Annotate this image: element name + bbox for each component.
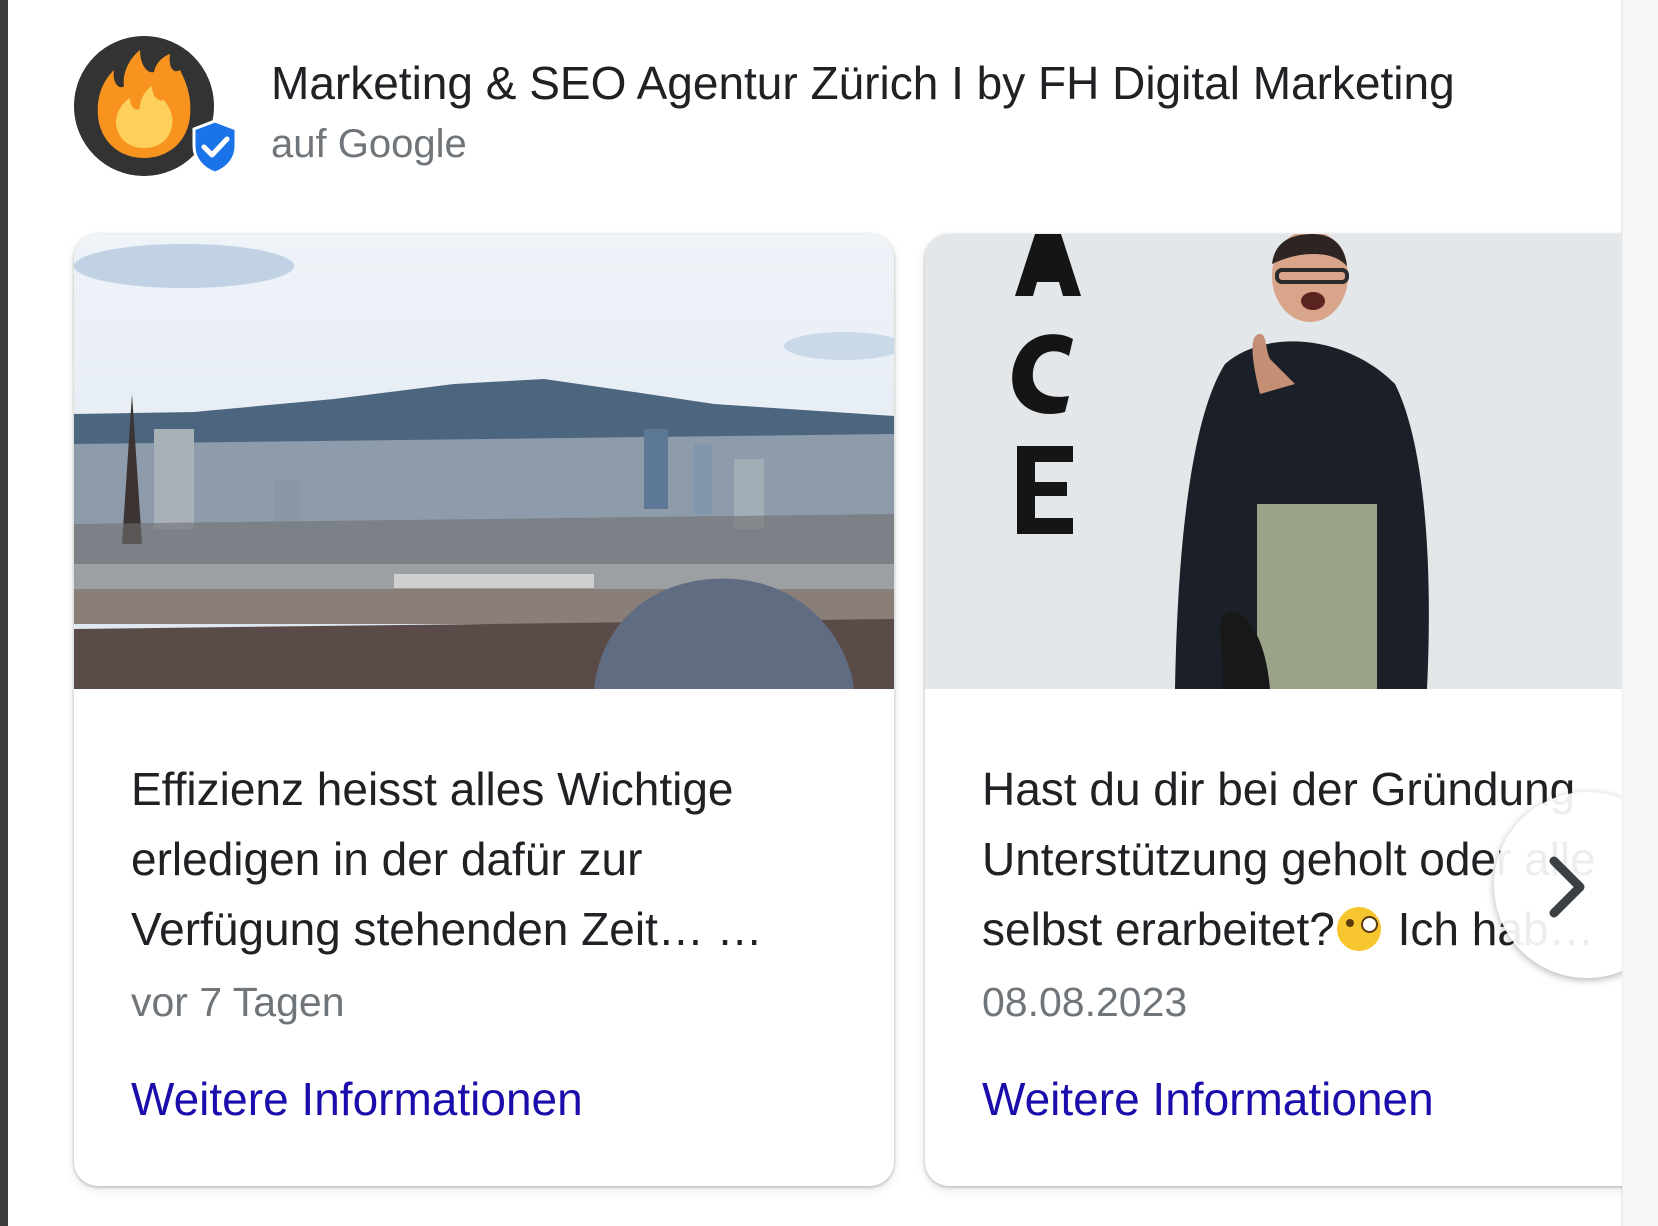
business-name[interactable]: Marketing & SEO Agentur Zürich I by FH D… <box>271 56 1455 110</box>
post-card[interactable]: Effizienz heisst alles Wichtige erledige… <box>74 234 894 1186</box>
post-date: 08.08.2023 <box>982 979 1188 1025</box>
post-text-line: Effizienz heisst alles Wichtige <box>131 763 734 815</box>
post-image[interactable] <box>74 234 894 689</box>
face-with-monocle-emoji <box>1336 907 1381 951</box>
verified-check-icon <box>186 118 244 176</box>
more-info-link[interactable]: Weitere Informationen <box>982 1072 1434 1126</box>
post-text-line: Verfügung stehenden Zeit… … <box>131 903 763 955</box>
post-image[interactable] <box>925 234 1622 689</box>
post-text-line: erledigen in der dafür zur <box>131 833 643 885</box>
post-text: Effizienz heisst alles Wichtige erledige… <box>131 754 851 964</box>
post-date: vor 7 Tagen <box>131 979 345 1025</box>
post-card[interactable]: Hast du dir bei der Gründung Unterstützu… <box>925 234 1622 1186</box>
chevron-right-icon <box>1549 856 1585 918</box>
posts-carousel[interactable]: Effizienz heisst alles Wichtige erledige… <box>0 210 1622 1226</box>
more-info-link[interactable]: Weitere Informationen <box>131 1072 583 1126</box>
business-source: auf Google <box>271 122 467 166</box>
page-background-strip <box>1623 0 1658 1226</box>
post-text-segment: selbst erarbeitet? <box>982 903 1335 955</box>
